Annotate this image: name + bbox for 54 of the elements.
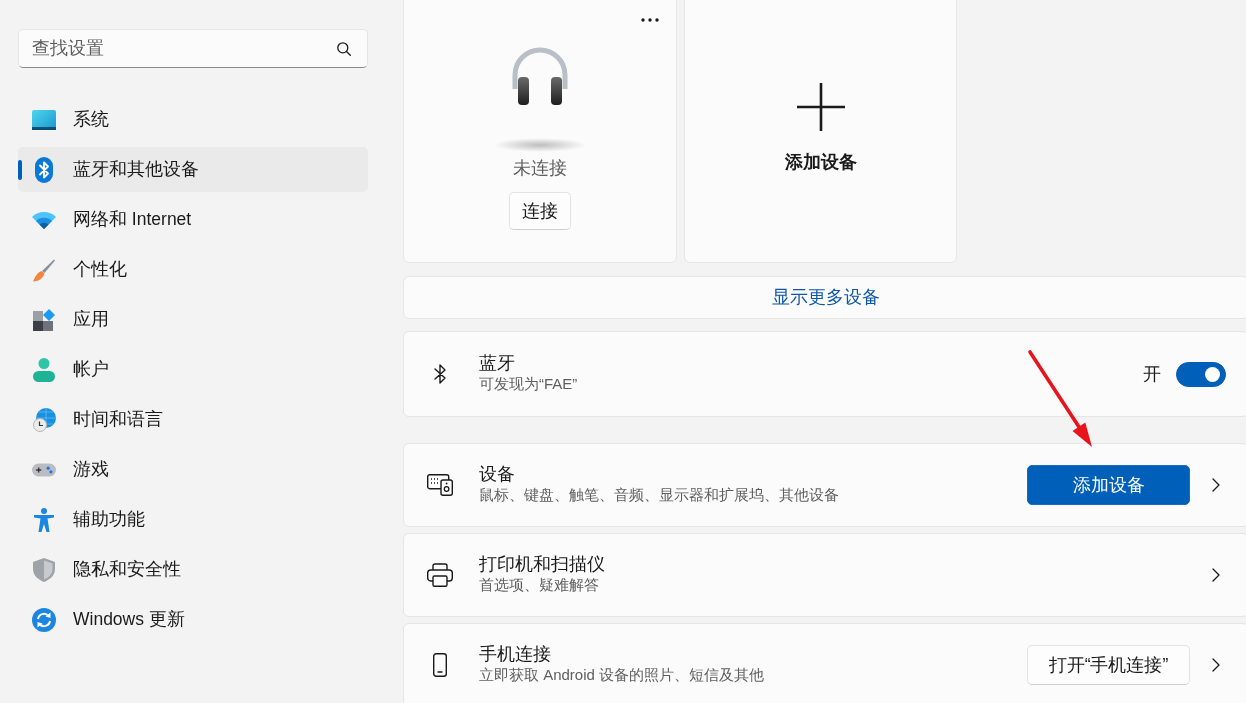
setting-subtitle: 首选项、疑难解答: [479, 575, 599, 594]
keyboard-speaker-icon: [427, 474, 453, 496]
app-tiles-icon: [32, 307, 56, 332]
display-icon: [32, 109, 56, 130]
nav-item[interactable]: 应用: [18, 297, 368, 342]
connect-button[interactable]: 连接: [509, 192, 571, 230]
setting-title: 打印机和扫描仪: [479, 554, 605, 575]
search-icon: [337, 42, 351, 56]
bluetooth-icon: [434, 363, 446, 385]
accessibility-icon: [34, 507, 54, 532]
nav-item[interactable]: 系统: [18, 97, 368, 142]
paintbrush-icon: [32, 257, 56, 282]
nav-item[interactable]: 网络和 Internet: [18, 197, 368, 242]
wifi-icon: [32, 210, 56, 229]
nav-item[interactable]: Windows 更新: [18, 597, 368, 642]
setting-subtitle: 鼠标、键盘、触笔、音频、显示器和扩展坞、其他设备: [479, 485, 839, 504]
nav-item[interactable]: 游戏: [18, 447, 368, 492]
phone-icon: [433, 653, 447, 677]
chevron-right-icon: [1212, 568, 1220, 582]
nav-item[interactable]: 时间和语言: [18, 397, 368, 442]
action-button[interactable]: 打开“手机连接”: [1027, 645, 1190, 685]
setting-title: 手机连接: [479, 644, 551, 665]
nav-item[interactable]: 隐私和安全性: [18, 547, 368, 592]
chevron-right-icon: [1212, 478, 1220, 492]
setting-subtitle: 可发现为“FAE”: [479, 374, 578, 393]
toggle-switch[interactable]: [1176, 361, 1226, 387]
chevron-right-icon: [1212, 658, 1220, 672]
setting-subtitle: 立即获取 Android 设备的照片、短信及其他: [479, 665, 765, 684]
search-field[interactable]: 查找设置: [18, 29, 368, 68]
person-icon: [33, 357, 55, 382]
settings-card[interactable]: 设备 鼠标、键盘、触笔、音频、显示器和扩展坞、其他设备 添加设备: [403, 443, 1246, 527]
toggle-state-label: 开: [1143, 362, 1161, 386]
bluetooth-icon: [35, 156, 53, 183]
setting-title: 设备: [479, 464, 515, 485]
add-device-label: 添加设备: [784, 151, 857, 173]
selection-indicator: [18, 160, 22, 180]
more-icon[interactable]: [641, 18, 659, 22]
printer-icon: [427, 563, 453, 587]
sync-icon: [32, 607, 56, 632]
nav-item[interactable]: 帐户: [18, 347, 368, 392]
nav-item[interactable]: 个性化: [18, 247, 368, 292]
nav-item[interactable]: 辅助功能: [18, 497, 368, 542]
plus-icon: [796, 83, 845, 131]
connection-status: 未连接: [513, 157, 567, 179]
add-device-card[interactable]: 添加设备: [684, 0, 957, 263]
shield-icon: [33, 557, 55, 582]
setting-title: 蓝牙: [479, 353, 515, 374]
settings-card[interactable]: 手机连接 立即获取 Android 设备的照片、短信及其他 打开“手机连接”: [403, 623, 1246, 703]
headphones-icon: [510, 45, 570, 105]
settings-card[interactable]: 打印机和扫描仪 首选项、疑难解答: [403, 533, 1246, 617]
action-button[interactable]: 添加设备: [1027, 465, 1190, 505]
show-more-button[interactable]: 显示更多设备: [403, 276, 1246, 319]
globe-clock-icon: [32, 407, 56, 432]
nav-item[interactable]: 蓝牙和其他设备: [18, 147, 368, 192]
